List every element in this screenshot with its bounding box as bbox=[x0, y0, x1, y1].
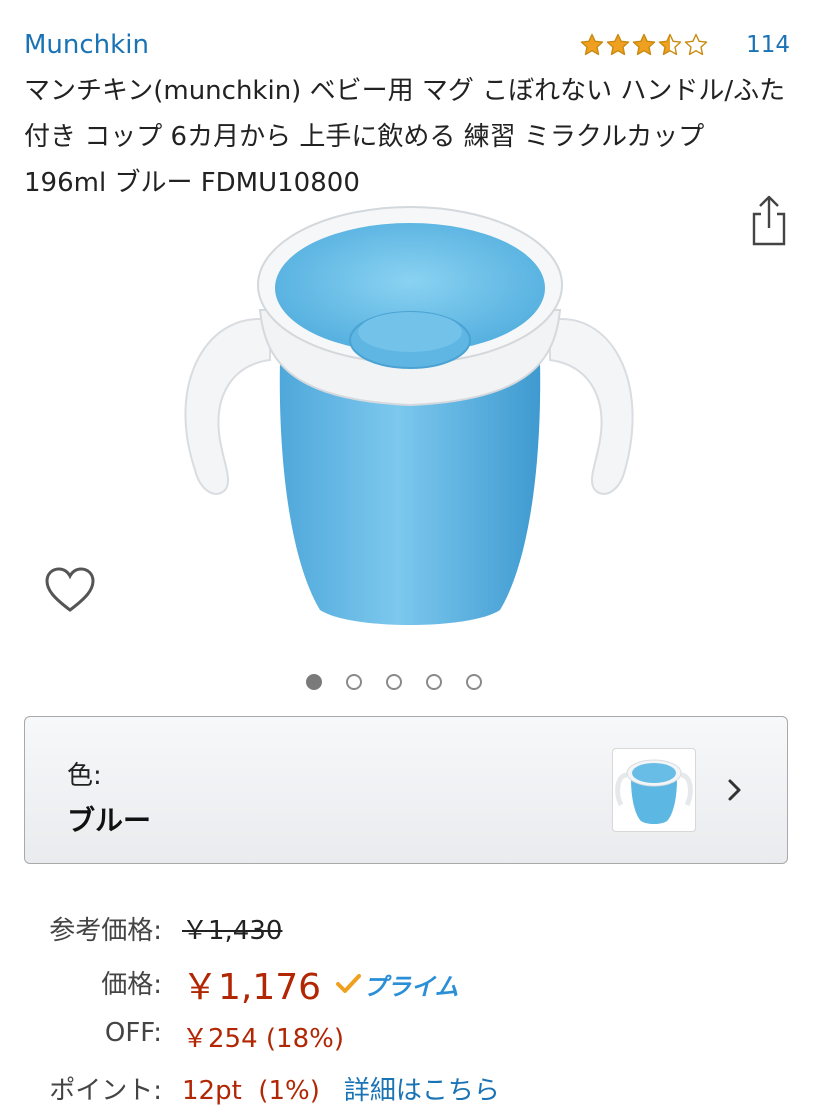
share-button[interactable] bbox=[748, 194, 790, 248]
pager-dot[interactable] bbox=[466, 674, 482, 690]
star-rating bbox=[580, 33, 708, 57]
points-block: 12pt (1%) 詳細はこちら bbox=[182, 1070, 500, 1107]
color-variant-selector[interactable]: 色: ブルー bbox=[24, 716, 788, 864]
pager-dot[interactable] bbox=[386, 674, 402, 690]
brand-link[interactable]: Munchkin bbox=[24, 30, 149, 60]
list-price-label: 参考価格: bbox=[49, 916, 162, 946]
details-link[interactable]: 詳細はこちら bbox=[344, 1076, 500, 1106]
price-block: ￥1,176 プライム bbox=[182, 958, 459, 1010]
off-value: ￥254 (18%) bbox=[182, 1024, 344, 1054]
star-icon bbox=[606, 33, 630, 56]
price-value: ￥1,176 bbox=[182, 967, 322, 1008]
off-label: OFF: bbox=[104, 1018, 162, 1048]
list-price: ￥1,430 bbox=[182, 916, 283, 946]
heart-icon bbox=[45, 567, 95, 612]
star-icon bbox=[658, 33, 682, 56]
cup-thumbnail-image bbox=[615, 759, 693, 824]
rating[interactable]: 114 bbox=[580, 32, 790, 58]
points-value: 12pt (1%) bbox=[182, 1076, 320, 1106]
chevron-right-icon bbox=[728, 779, 741, 801]
share-icon bbox=[752, 195, 786, 246]
prime-label: プライム bbox=[363, 972, 459, 1001]
image-pager[interactable] bbox=[306, 674, 482, 690]
star-icon bbox=[632, 33, 656, 56]
pager-dot[interactable] bbox=[306, 674, 322, 690]
variant-value: ブルー bbox=[67, 804, 152, 837]
product-title: マンチキン(munchkin) ベビー用 マグ こぼれない ハンドル/ふた 付き… bbox=[24, 76, 786, 198]
prime-badge: プライム bbox=[335, 967, 459, 1002]
price-label: 価格: bbox=[101, 970, 162, 1000]
prime-check-icon bbox=[336, 974, 362, 993]
brand-rating-row: Munchkin 114 bbox=[24, 26, 790, 66]
product-image[interactable] bbox=[170, 200, 650, 640]
variant-thumbnail bbox=[612, 748, 696, 832]
points-label: ポイント: bbox=[49, 1076, 162, 1106]
pager-dot[interactable] bbox=[426, 674, 442, 690]
wishlist-button[interactable] bbox=[44, 566, 96, 614]
review-count[interactable]: 114 bbox=[746, 32, 790, 58]
variant-label: 色: bbox=[67, 761, 102, 791]
cup-image bbox=[184, 206, 634, 625]
star-icon bbox=[580, 33, 604, 56]
pager-dot[interactable] bbox=[346, 674, 362, 690]
star-icon bbox=[684, 33, 708, 56]
